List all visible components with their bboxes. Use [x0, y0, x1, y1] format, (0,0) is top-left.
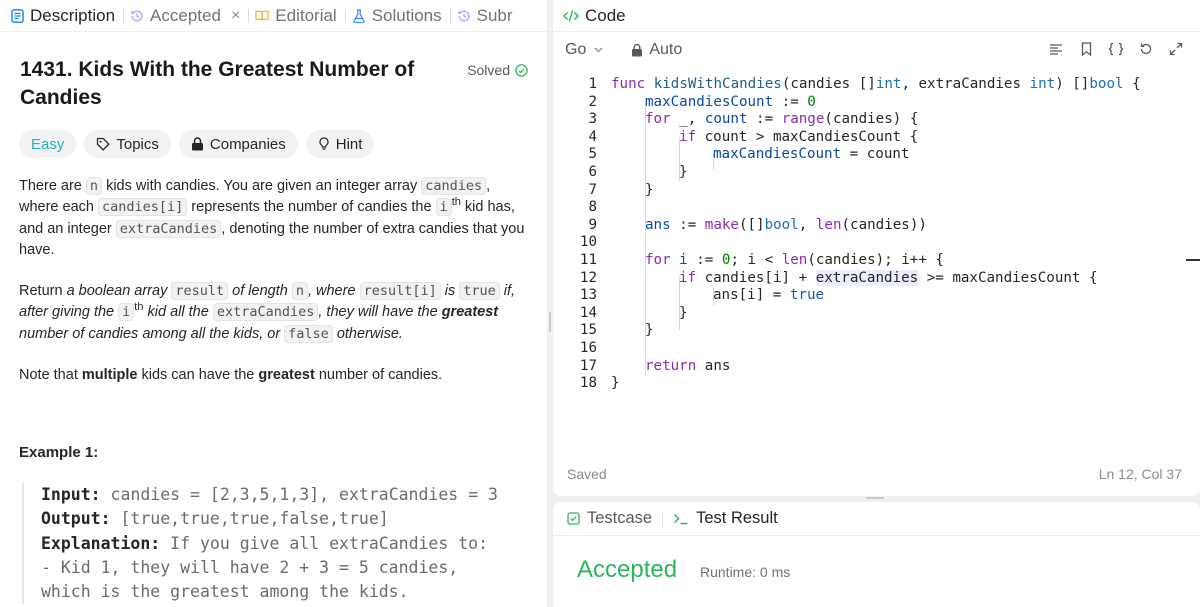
description-paragraph: There are n kids with candies. You are g… [19, 177, 525, 258]
terminal-icon [674, 513, 688, 525]
hint-chip[interactable]: Hint [305, 130, 375, 158]
history-icon [457, 9, 471, 23]
tag-icon [97, 137, 111, 151]
reset-icon[interactable] [1138, 41, 1154, 57]
bookmark-icon[interactable] [1078, 41, 1094, 57]
close-icon[interactable]: × [231, 7, 240, 25]
panel-resize-handle[interactable] [866, 497, 884, 499]
history-icon [130, 9, 144, 23]
chip-label: Companies [209, 135, 286, 153]
flask-icon [352, 8, 366, 23]
editor-tools [1048, 41, 1184, 57]
problem-panel: Description Accepted × Editorial Solutio… [0, 0, 547, 607]
tab-label: Subr [476, 5, 513, 25]
problem-chips: Easy Topics Companies Hint [19, 130, 375, 158]
description-icon [10, 8, 24, 23]
tab-label: Solutions [371, 5, 442, 25]
save-status: Saved [567, 466, 607, 482]
description-paragraph: Note that multiple kids can have the gre… [19, 367, 443, 384]
tab-testcase[interactable]: Testcase [567, 509, 652, 528]
code-panel-title: Code [585, 5, 626, 25]
topics-chip[interactable]: Topics [84, 130, 171, 158]
chevron-down-icon [594, 45, 603, 56]
result-tabs: Testcase Test Result [553, 502, 1200, 536]
mode-label: Auto [649, 41, 683, 58]
tab-label: Testcase [587, 509, 653, 527]
tab-label: Description [30, 5, 116, 25]
example-title: Example 1: [19, 444, 99, 461]
checkbox-icon [567, 512, 580, 525]
book-icon [255, 9, 269, 23]
tab-accepted[interactable]: Accepted × [124, 0, 248, 31]
tab-label: Test Result [696, 509, 778, 527]
problem-description: There are n kids with candies. You are g… [19, 176, 529, 406]
language-select[interactable]: Go [565, 41, 603, 59]
tab-editorial[interactable]: Editorial [249, 0, 344, 31]
runtime-label: Runtime: 0 ms [700, 564, 791, 580]
companies-chip[interactable]: Companies [178, 130, 298, 158]
tab-description[interactable]: Description [4, 0, 123, 31]
cursor-position: Ln 12, Col 37 [1098, 466, 1182, 482]
tab-test-result[interactable]: Test Result [673, 509, 778, 528]
auto-mode-toggle[interactable]: Auto [631, 41, 682, 59]
code-panel: Code Go Auto 1 func kidsWithCandies(cand… [553, 0, 1200, 496]
problem-tabbar: Description Accepted × Editorial Solutio… [0, 0, 547, 32]
problem-title[interactable]: 1431. Kids With the Greatest Number of C… [20, 56, 440, 112]
braces-icon[interactable] [1108, 41, 1124, 57]
difficulty-badge: Easy [19, 130, 77, 158]
editor-toolbar: Go Auto [553, 32, 1200, 68]
example-block: Input: candies = [2,3,5,1,3], extraCandi… [22, 483, 532, 605]
panel-resize-handle[interactable] [549, 312, 551, 332]
expand-icon[interactable] [1168, 41, 1184, 57]
chip-label: Hint [335, 135, 363, 153]
lock-icon [191, 137, 203, 151]
scrollbar-marker[interactable] [1186, 259, 1200, 261]
lightbulb-icon [319, 137, 329, 150]
code-panel-header: Code [553, 0, 1200, 32]
tab-solutions[interactable]: Solutions [346, 0, 450, 31]
tab-label: Editorial [275, 5, 337, 25]
problem-header: 1431. Kids With the Greatest Number of C… [20, 56, 530, 112]
tab-label: Accepted [150, 5, 221, 25]
description-paragraph: Return a boolean array result of length … [19, 282, 516, 343]
result-panel: Testcase Test Result Accepted Runtime: 0… [553, 502, 1200, 607]
app-root: Description Accepted × Editorial Solutio… [0, 0, 1200, 607]
result-status: Accepted [577, 556, 678, 583]
chip-label: Topics [116, 135, 159, 153]
check-circle-icon [515, 63, 528, 77]
language-label: Go [565, 41, 587, 58]
code-icon [563, 9, 579, 22]
solved-status: Solved [467, 62, 528, 78]
lock-icon [632, 43, 643, 57]
tab-divider [662, 511, 664, 526]
tab-submissions[interactable]: Subr [451, 0, 521, 31]
solved-label: Solved [467, 62, 510, 78]
format-icon[interactable] [1048, 41, 1064, 57]
code-editor[interactable]: 1 func kidsWithCandies(candies []int, ext… [553, 76, 1200, 396]
